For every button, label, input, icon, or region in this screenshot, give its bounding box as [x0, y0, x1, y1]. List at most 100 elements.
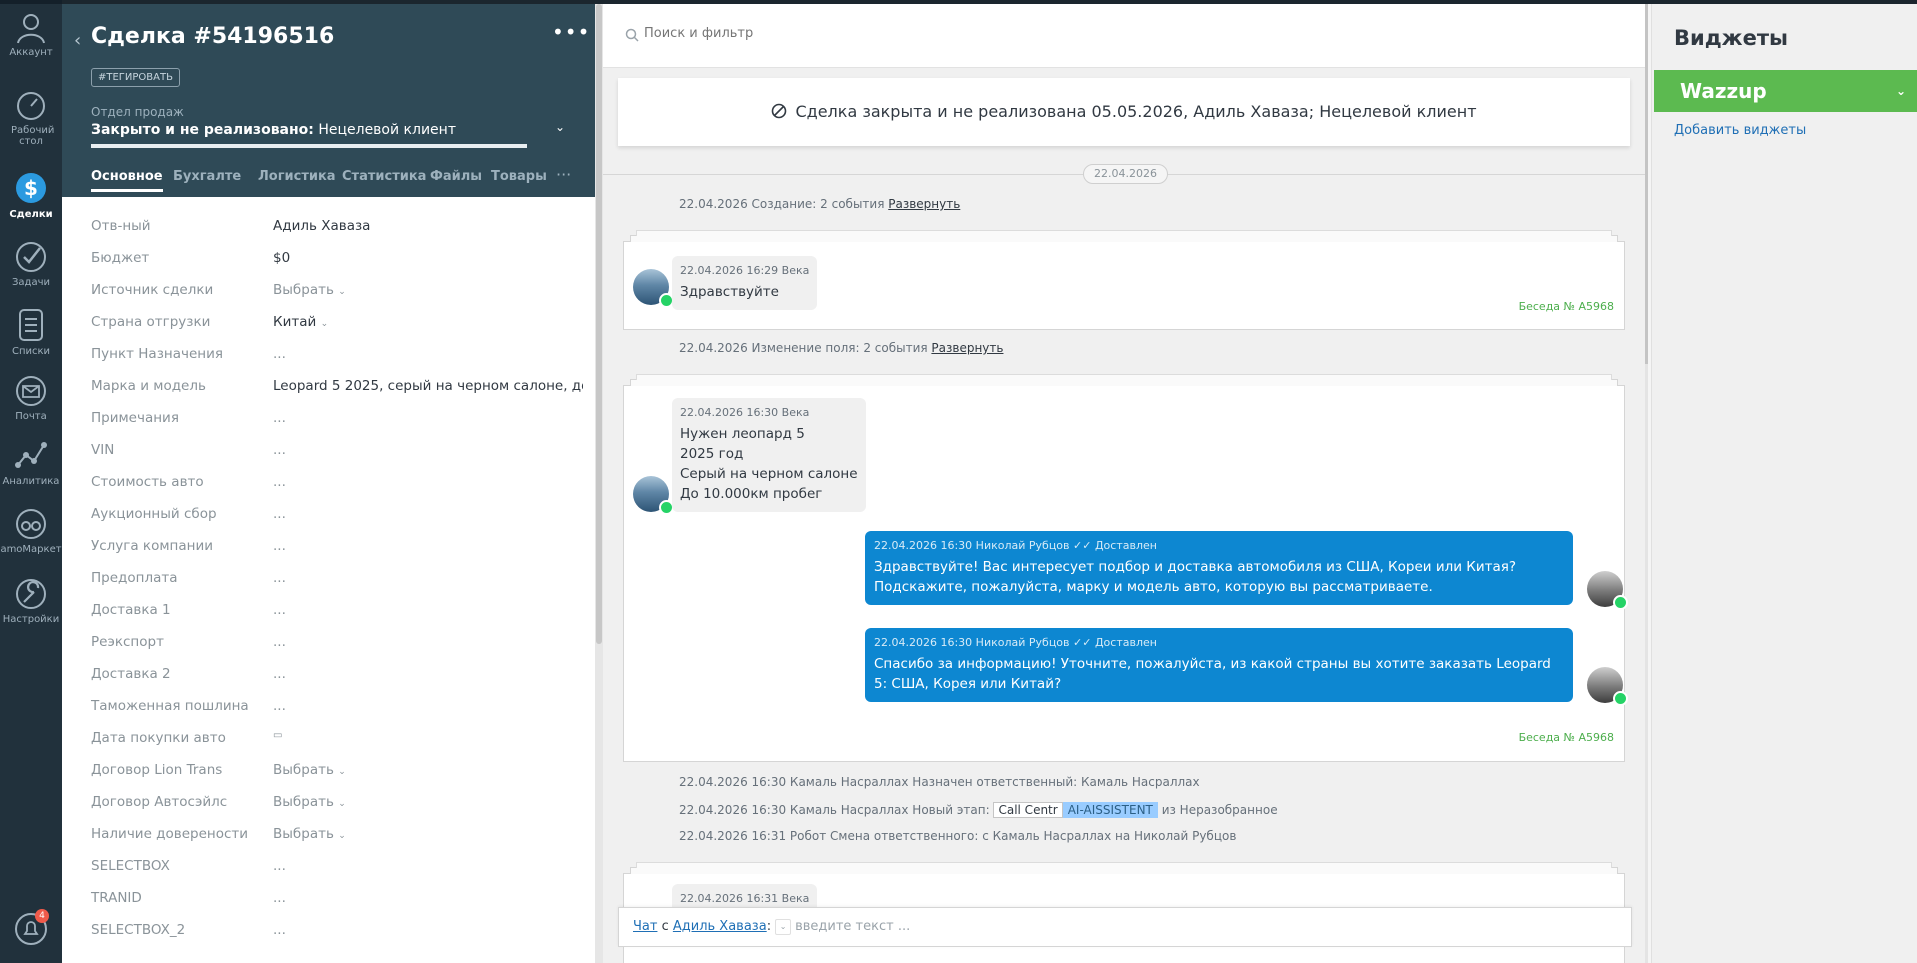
tab-accounting[interactable]: Бухгалтер — [173, 169, 242, 184]
field-select[interactable]: Выбрать ⌄ — [273, 826, 583, 842]
field-label: Реэкспорт — [91, 634, 164, 650]
field-purchase-date: Дата покупки авто ▭ — [91, 730, 581, 750]
field-value[interactable]: ... — [273, 538, 583, 554]
field-contract-autosales: Договор Автосэйлс Выбрать ⌄ — [91, 794, 581, 814]
field-value[interactable]: Leopard 5 2025, серый на черном салоне, … — [273, 378, 583, 394]
field-prepayment: Предоплата... — [91, 570, 581, 590]
field-delivery-2: Доставка 2... — [91, 666, 581, 686]
scrollbar-thumb[interactable] — [1645, 4, 1648, 364]
expand-link[interactable]: Развернуть — [888, 197, 960, 211]
field-select[interactable]: Выбрать ⌄ — [273, 282, 583, 298]
chat-link[interactable]: Чат — [633, 919, 657, 934]
nav-tasks[interactable]: Задачи — [0, 240, 62, 288]
tab-files[interactable]: Файлы — [430, 169, 482, 184]
conversation-link[interactable]: Беседа № A5968 — [1519, 300, 1614, 313]
wazzup-widget[interactable]: Wazzup ⌄ — [1654, 70, 1917, 112]
field-vin: VIN... — [91, 442, 581, 462]
field-value[interactable]: ... — [273, 634, 583, 650]
widget-name: Wazzup — [1680, 79, 1767, 103]
field-label: Наличие доверености — [91, 826, 249, 842]
chevron-down-icon: ⌄ — [338, 767, 346, 777]
field-select[interactable]: Выбрать ⌄ — [273, 794, 583, 810]
analytics-icon — [15, 442, 47, 468]
field-value[interactable]: ... — [273, 474, 583, 490]
nav-settings[interactable]: Настройки — [0, 577, 62, 625]
back-arrow-icon[interactable]: ‹ — [74, 30, 81, 51]
tab-statistics[interactable]: Статистика — [342, 169, 426, 184]
tag-button[interactable]: #ТЕГИРОВАТЬ — [91, 68, 180, 87]
field-country: Страна отгрузки Китай ⌄ — [91, 314, 581, 334]
field-value[interactable]: ... — [273, 346, 583, 362]
message-input[interactable]: введите текст ... — [795, 919, 910, 934]
nav-label: Сделки — [9, 209, 53, 220]
nav-label: amoМаркет — [0, 544, 62, 555]
scrollbar-thumb[interactable] — [596, 4, 602, 644]
message-meta: 22.04.2026 16:30 Николай Рубцов ✓✓ Доста… — [874, 636, 1564, 649]
nav-deals[interactable]: $ Сделки — [0, 170, 62, 220]
field-value[interactable]: ... — [273, 506, 583, 522]
nav-market[interactable]: amoМаркет — [0, 507, 62, 555]
nav-dashboard[interactable]: Рабочий стол — [0, 90, 62, 147]
field-responsible: Отв-ный Адиль Хаваза — [91, 218, 581, 238]
chevron-down-icon[interactable]: ⌄ — [1896, 70, 1906, 112]
widgets-panel: Виджеты Wazzup ⌄ Добавить виджеты — [1651, 4, 1917, 963]
nav-label: Задачи — [12, 277, 50, 288]
composer-text: с — [657, 919, 673, 934]
field-value[interactable]: Адиль Хаваза — [273, 218, 583, 234]
expand-link[interactable]: Развернуть — [931, 341, 1003, 355]
chat-composer[interactable]: Чат с Адиль Хаваза: ⌄ введите текст ... — [618, 907, 1632, 947]
chevron-down-icon[interactable]: ⌄ — [775, 918, 792, 935]
nav-account[interactable]: Аккаунт — [0, 10, 62, 58]
card-scrollbar[interactable] — [595, 4, 603, 963]
field-value[interactable]: ... — [273, 570, 583, 586]
nav-label: Настройки — [2, 614, 60, 625]
svg-text:$: $ — [24, 176, 38, 200]
event-text: 22.04.2026 Изменение поля: 2 события — [679, 341, 932, 355]
field-value[interactable]: $0 — [273, 250, 583, 266]
status-select[interactable]: Закрыто и не реализовано: Нецелевой клие… — [91, 122, 456, 138]
feed-scrollbar[interactable] — [1645, 4, 1648, 963]
field-value[interactable]: ... — [273, 442, 583, 458]
more-options-icon[interactable]: ••• — [552, 20, 590, 44]
field-make-model: Марка и модель Leopard 5 2025, серый на ч… — [91, 378, 583, 398]
message-meta: 22.04.2026 16:31 Века — [680, 892, 810, 905]
field-value[interactable]: ... — [273, 666, 583, 682]
tab-main[interactable]: Основное — [91, 169, 163, 192]
field-value[interactable]: ... — [273, 410, 583, 426]
field-select[interactable]: Китай ⌄ — [273, 314, 583, 330]
nav-lists[interactable]: Списки — [0, 307, 62, 357]
deal-title[interactable]: Сделка #54196516 — [91, 24, 334, 49]
tab-logistics[interactable]: Логистика — [258, 169, 336, 184]
calendar-icon[interactable]: ▭ — [273, 730, 583, 741]
notification-badge: 4 — [35, 909, 49, 923]
conversation-link[interactable]: Беседа № A5968 — [1519, 731, 1614, 744]
chevron-down-icon[interactable]: ⌄ — [555, 120, 565, 134]
field-label: Марка и модель — [91, 378, 206, 394]
field-value[interactable]: ... — [273, 890, 583, 906]
event-text: 22.04.2026 Создание: 2 события — [679, 197, 889, 211]
nav-analytics[interactable]: Аналитика — [0, 439, 62, 487]
card-tabs: Основное Бухгалтер Логистика Статистика … — [91, 165, 591, 197]
message-text: Здравствуйте! Вас интересует подбор и до… — [874, 559, 1517, 595]
field-contract-lion-trans: Договор Lion Trans Выбрать ⌄ — [91, 762, 581, 782]
contact-link[interactable]: Адиль Хаваза — [673, 919, 767, 934]
search-input[interactable] — [644, 26, 1144, 41]
tab-products[interactable]: Товары — [491, 169, 547, 184]
outgoing-message: 22.04.2026 16:30 Николай Рубцов ✓✓ Доста… — [865, 531, 1573, 605]
field-select[interactable]: Выбрать ⌄ — [273, 762, 583, 778]
nav-mail[interactable]: Почта — [0, 374, 62, 422]
field-budget: Бюджет $0 — [91, 250, 581, 270]
pipeline-label: Отдел продаж — [91, 105, 184, 119]
field-value[interactable]: ... — [273, 922, 583, 938]
add-widgets-link[interactable]: Добавить виджеты — [1674, 123, 1806, 138]
chevron-down-icon: ⌄ — [338, 799, 346, 809]
field-value[interactable]: ... — [273, 858, 583, 874]
more-tabs-icon[interactable]: ··· — [556, 165, 571, 184]
closed-banner-text: Сделка закрыта и не реализована 05.05.20… — [795, 102, 1477, 121]
field-value[interactable]: ... — [273, 698, 583, 714]
field-label: Отв-ный — [91, 218, 151, 234]
nav-notifications[interactable]: 4 — [0, 909, 62, 949]
status-reason: Нецелевой клиент — [313, 122, 456, 138]
event-assigned: 22.04.2026 16:30 Камаль Насраллах Назнач… — [679, 775, 1200, 789]
field-value[interactable]: ... — [273, 602, 583, 618]
